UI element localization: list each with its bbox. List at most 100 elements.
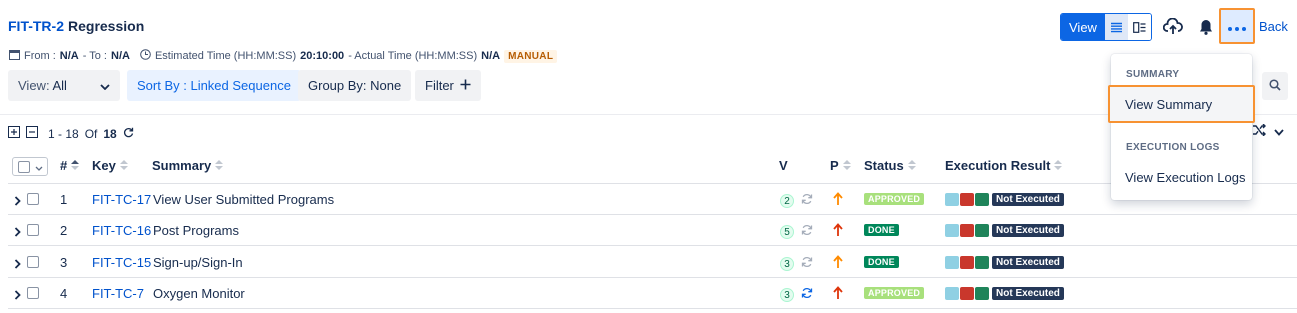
result-segment bbox=[960, 193, 974, 206]
column-summary[interactable]: Summary bbox=[152, 158, 224, 173]
column-num[interactable]: # bbox=[60, 158, 80, 173]
test-run-key[interactable]: FIT-TR-2 bbox=[8, 18, 64, 34]
pagination: 1 - 18 Of 18 bbox=[8, 126, 134, 141]
row-number: 1 bbox=[60, 192, 68, 207]
version-badge: 3 bbox=[780, 288, 794, 302]
expand-row-icon[interactable] bbox=[14, 257, 21, 272]
filter-button[interactable]: Filter bbox=[415, 70, 481, 101]
priority-medium-icon bbox=[833, 255, 843, 272]
expand-row-icon[interactable] bbox=[14, 288, 21, 303]
toolbar-divider bbox=[0, 114, 1297, 115]
view-toggle: View bbox=[1060, 13, 1152, 41]
result-segment bbox=[975, 224, 989, 237]
execution-status-badge[interactable]: Not Executed bbox=[992, 256, 1064, 269]
execution-status-badge[interactable]: Not Executed bbox=[992, 287, 1064, 300]
sort-icon bbox=[215, 158, 224, 173]
back-link[interactable]: Back bbox=[1259, 19, 1288, 34]
filter-label: Filter bbox=[425, 78, 454, 93]
result-segment bbox=[975, 287, 989, 300]
page-total: 18 bbox=[103, 126, 117, 141]
table-row[interactable]: 1 FIT-TC-17 View User Submitted Programs… bbox=[0, 184, 1297, 215]
collapse-all-icon[interactable] bbox=[26, 126, 38, 141]
expand-all-icon[interactable] bbox=[8, 126, 20, 141]
status-badge: DONE bbox=[864, 256, 899, 268]
row-checkbox[interactable] bbox=[27, 256, 39, 268]
row-summary: Post Programs bbox=[153, 223, 239, 238]
row-summary: Oxygen Monitor bbox=[153, 286, 245, 301]
column-execution-result[interactable]: Execution Result bbox=[945, 158, 1063, 173]
view-button[interactable]: View bbox=[1061, 14, 1105, 40]
plus-icon bbox=[460, 78, 471, 93]
execution-status-badge[interactable]: Not Executed bbox=[992, 224, 1064, 237]
row-key[interactable]: FIT-TC-17 bbox=[92, 192, 151, 207]
shuffle-icon[interactable] bbox=[1252, 123, 1266, 139]
sort-icon bbox=[842, 158, 851, 173]
row-key[interactable]: FIT-TC-16 bbox=[92, 223, 151, 238]
priority-medium-icon bbox=[833, 192, 843, 209]
expand-row-icon[interactable] bbox=[14, 225, 21, 240]
page-of: Of bbox=[84, 126, 98, 141]
ellipsis-icon bbox=[1228, 19, 1246, 34]
version-badge: 2 bbox=[780, 194, 794, 208]
status-badge: DONE bbox=[864, 224, 899, 236]
select-all-dropdown[interactable] bbox=[12, 157, 48, 176]
type-badge: MANUAL bbox=[504, 49, 558, 63]
column-status[interactable]: Status bbox=[864, 158, 916, 173]
result-segment bbox=[960, 287, 974, 300]
view-filter-value: All bbox=[52, 78, 67, 93]
row-checkbox[interactable] bbox=[27, 287, 39, 299]
list-view-icon[interactable] bbox=[1104, 14, 1128, 40]
row-key[interactable]: FIT-TC-7 bbox=[92, 286, 144, 301]
row-summary: Sign-up/Sign-In bbox=[153, 255, 243, 270]
search-button[interactable] bbox=[1262, 72, 1288, 100]
table-row[interactable]: 3 FIT-TC-15 Sign-up/Sign-In 3 DONE Not E… bbox=[0, 247, 1297, 278]
more-options-button[interactable] bbox=[1219, 8, 1255, 44]
cloud-upload-icon[interactable] bbox=[1160, 14, 1186, 40]
refresh-icon[interactable] bbox=[123, 127, 134, 141]
result-segment bbox=[960, 224, 974, 237]
estimated-value: 20:10:00 bbox=[300, 50, 345, 62]
select-all-checkbox[interactable] bbox=[18, 160, 30, 173]
sync-icon[interactable] bbox=[801, 224, 813, 239]
row-key[interactable]: FIT-TC-15 bbox=[92, 255, 151, 270]
status-badge: APPROVED bbox=[864, 287, 925, 299]
view-filter-select[interactable]: View: All bbox=[8, 70, 120, 101]
row-checkbox[interactable] bbox=[27, 224, 39, 236]
sync-icon[interactable] bbox=[801, 287, 813, 302]
menu-item-view-summary[interactable]: View Summary bbox=[1108, 85, 1255, 123]
page-range: 1 - 18 bbox=[48, 126, 79, 141]
column-key[interactable]: Key bbox=[92, 158, 128, 173]
chevron-down-icon[interactable] bbox=[1274, 124, 1284, 139]
result-segment bbox=[960, 256, 974, 269]
expand-row-icon[interactable] bbox=[14, 194, 21, 209]
table-row[interactable]: 2 FIT-TC-16 Post Programs 5 DONE Not Exe… bbox=[0, 215, 1297, 246]
group-by-button[interactable]: Group By: None bbox=[298, 70, 412, 101]
sync-icon[interactable] bbox=[801, 193, 813, 208]
menu-item-view-execution-logs[interactable]: View Execution Logs bbox=[1125, 170, 1245, 185]
execution-status-badge[interactable]: Not Executed bbox=[992, 193, 1064, 206]
version-badge: 5 bbox=[780, 225, 794, 239]
chevron-down-icon bbox=[100, 78, 110, 93]
execution-result: Not Executed bbox=[945, 287, 1064, 300]
bell-icon[interactable] bbox=[1193, 14, 1219, 40]
execution-result: Not Executed bbox=[945, 224, 1064, 237]
priority-high-icon bbox=[833, 223, 843, 240]
priority-high-icon bbox=[833, 286, 843, 303]
detail-view-icon[interactable] bbox=[1127, 14, 1151, 40]
result-segment bbox=[975, 193, 989, 206]
column-priority[interactable]: P bbox=[830, 158, 851, 173]
row-checkbox[interactable] bbox=[27, 193, 39, 205]
menu-heading-summary: SUMMARY bbox=[1126, 69, 1180, 80]
row-number: 3 bbox=[60, 255, 68, 270]
result-segment bbox=[945, 287, 959, 300]
sort-button[interactable]: Sort By : Linked Sequence bbox=[127, 70, 301, 101]
row-number: 2 bbox=[60, 223, 68, 238]
row-number: 4 bbox=[60, 286, 68, 301]
chevron-down-icon bbox=[35, 159, 43, 174]
version-badge: 3 bbox=[780, 257, 794, 271]
sync-icon[interactable] bbox=[801, 256, 813, 271]
row-divider bbox=[8, 308, 1297, 309]
sort-icon bbox=[907, 158, 916, 173]
table-row[interactable]: 4 FIT-TC-7 Oxygen Monitor 3 APPROVED Not… bbox=[0, 278, 1297, 309]
menu-heading-logs: EXECUTION LOGS bbox=[1126, 142, 1220, 153]
